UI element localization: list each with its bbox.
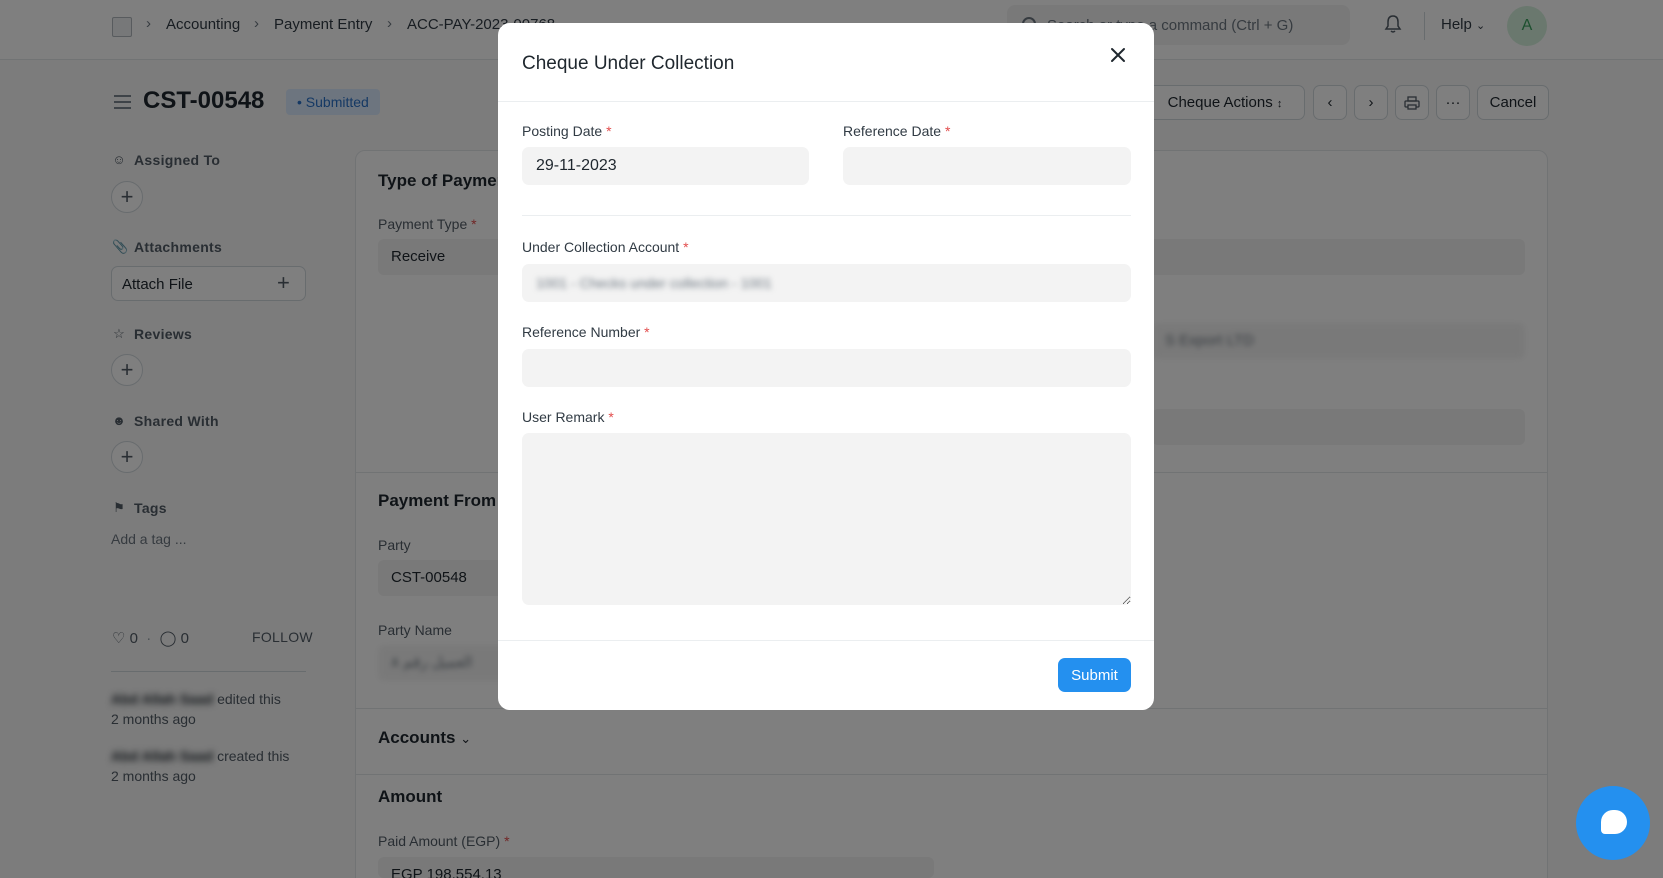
reference-date-label: Reference Date * — [843, 123, 951, 139]
cheque-under-collection-dialog: Cheque Under Collection Posting Date * R… — [498, 23, 1154, 710]
under-collection-account-label: Under Collection Account * — [522, 239, 689, 255]
submit-button[interactable]: Submit — [1058, 658, 1131, 692]
close-icon — [1111, 48, 1125, 62]
modal-header-divider — [498, 101, 1154, 102]
chat-icon — [1601, 810, 1627, 834]
reference-date-input[interactable] — [843, 147, 1131, 185]
user-remark-textarea[interactable] — [522, 433, 1131, 605]
close-button[interactable] — [1106, 43, 1130, 67]
under-collection-account-value: 1001 - Checks under collection - 1001 — [536, 275, 772, 291]
reference-number-input[interactable] — [522, 349, 1131, 387]
user-remark-label: User Remark * — [522, 409, 614, 425]
under-collection-account-input[interactable]: 1001 - Checks under collection - 1001 — [522, 264, 1131, 302]
section-divider — [522, 215, 1131, 216]
chat-widget-button[interactable] — [1576, 786, 1650, 860]
modal-title: Cheque Under Collection — [522, 53, 735, 74]
posting-date-label: Posting Date * — [522, 123, 612, 139]
posting-date-input[interactable] — [522, 147, 809, 185]
modal-footer-divider — [498, 640, 1154, 641]
reference-number-label: Reference Number * — [522, 324, 650, 340]
